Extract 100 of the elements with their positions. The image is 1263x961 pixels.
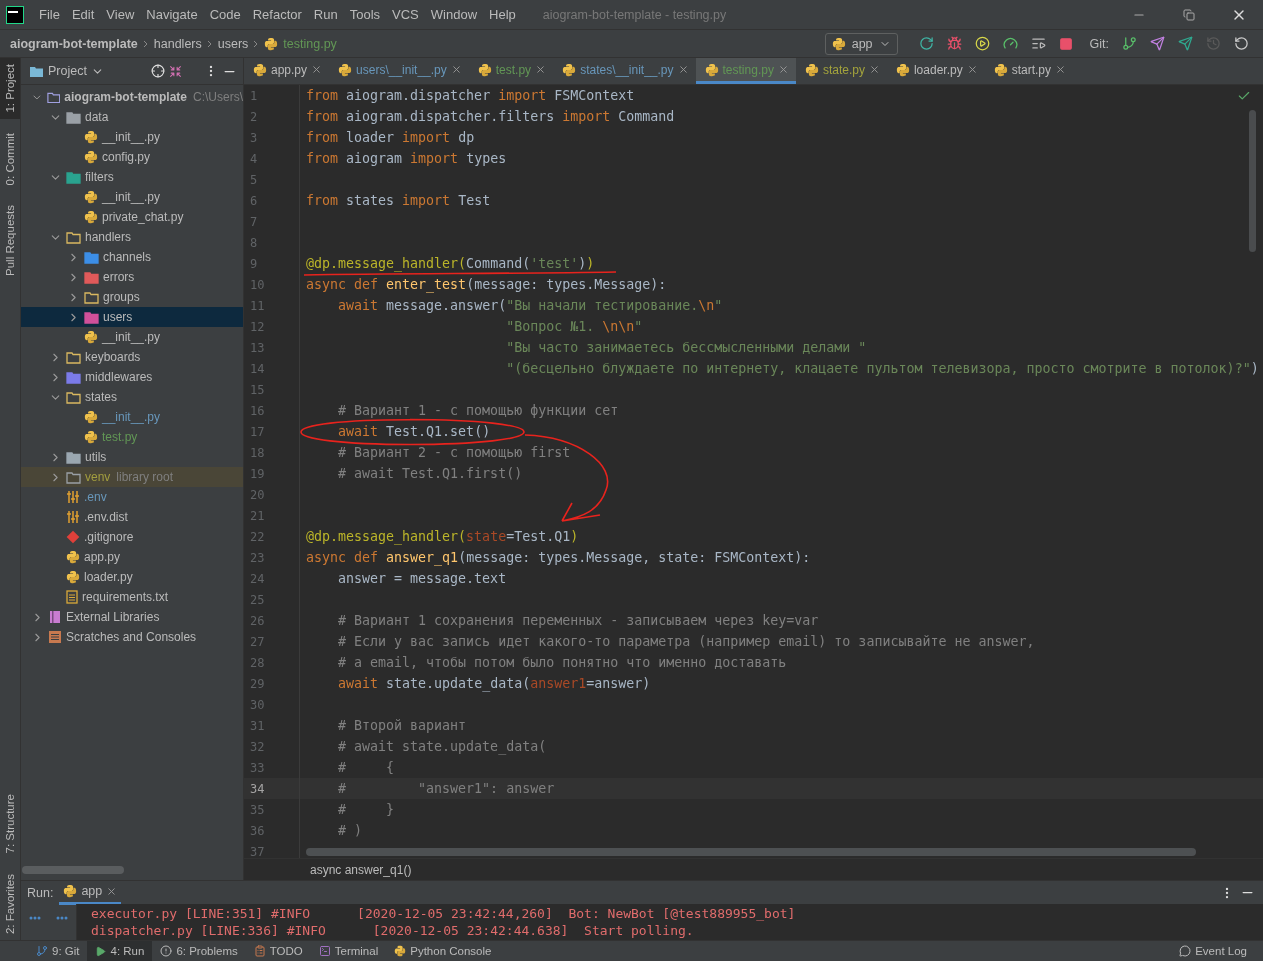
- panel-title[interactable]: Project: [48, 64, 87, 78]
- close-icon[interactable]: [106, 885, 118, 897]
- send-icon[interactable]: [1178, 36, 1193, 51]
- tool-window-button[interactable]: 2: Favorites: [0, 867, 20, 940]
- tool-window-tab[interactable]: Terminal: [310, 940, 387, 961]
- menu-item[interactable]: Run: [308, 7, 343, 22]
- menu-item[interactable]: Help: [484, 7, 521, 22]
- breadcrumb-item[interactable]: aiogram-bot-template: [10, 36, 138, 51]
- tree-item[interactable]: .env: [21, 487, 243, 507]
- tree-item[interactable]: errors: [21, 267, 243, 287]
- tool-window-button[interactable]: 1: Project: [0, 58, 20, 119]
- file-tab[interactable]: app.py: [244, 58, 330, 84]
- menu-item[interactable]: VCS: [387, 7, 424, 22]
- tree-item[interactable]: .gitignore: [21, 527, 243, 547]
- tree-item[interactable]: states: [21, 387, 243, 407]
- tool-window-button[interactable]: 0: Commit: [0, 126, 20, 191]
- close-icon[interactable]: [311, 64, 323, 75]
- file-tab[interactable]: loader.py: [886, 58, 985, 84]
- close-icon[interactable]: [677, 64, 689, 75]
- tree-item[interactable]: users: [21, 307, 243, 327]
- tool-window-tab[interactable]: Python Console: [386, 940, 500, 961]
- line-number: 15: [249, 382, 266, 397]
- file-tab[interactable]: users\__init__.py: [329, 58, 469, 84]
- tree-item[interactable]: test.py: [21, 427, 243, 447]
- tool-window-tab[interactable]: 9: Git: [28, 940, 88, 961]
- tool-window-button[interactable]: Pull Requests: [0, 199, 20, 282]
- code-line: from states import Test: [306, 193, 491, 208]
- menu-item[interactable]: Window: [425, 7, 483, 22]
- tree-item[interactable]: channels: [21, 247, 243, 267]
- code-line: await Test.Q1.set(): [337, 424, 491, 439]
- target-icon[interactable]: [151, 64, 165, 78]
- run-config-dropdown[interactable]: app: [824, 32, 898, 55]
- more-icon[interactable]: [28, 916, 41, 920]
- tree-item[interactable]: requirements.txt: [21, 587, 243, 607]
- bug-icon[interactable]: [946, 36, 962, 51]
- menu-item[interactable]: Navigate: [141, 7, 203, 22]
- event-log-button[interactable]: Event Log: [1171, 940, 1255, 961]
- line-number: 21: [249, 508, 266, 523]
- file-tab[interactable]: test.py: [468, 58, 554, 84]
- send-icon[interactable]: [1150, 36, 1165, 51]
- tree-item[interactable]: External Libraries: [21, 607, 243, 627]
- tool-window-tab[interactable]: 4: Run: [87, 940, 153, 961]
- menu-item[interactable]: Edit: [66, 7, 100, 22]
- scrollbar[interactable]: [306, 848, 1196, 856]
- tool-window-button[interactable]: 7: Structure: [0, 788, 20, 860]
- tree-item[interactable]: private_chat.py: [21, 207, 243, 227]
- menu-item[interactable]: Code: [204, 7, 246, 22]
- tree-item[interactable]: venv library root: [21, 467, 243, 487]
- tool-window-tab[interactable]: 6: Problems: [152, 940, 246, 961]
- code-breadcrumb[interactable]: async answer_q1(): [310, 862, 412, 877]
- tree-item[interactable]: __init__.py: [21, 187, 243, 207]
- menu-item[interactable]: Refactor: [247, 7, 307, 22]
- tree-item[interactable]: handlers: [21, 227, 243, 247]
- tree-item[interactable]: __init__.py: [21, 327, 243, 347]
- scrollbar[interactable]: [22, 866, 124, 874]
- play-circle-icon[interactable]: [974, 36, 990, 51]
- close-icon[interactable]: [535, 64, 547, 75]
- scrollbar[interactable]: [1249, 110, 1256, 252]
- file-tab[interactable]: states\__init__.py: [553, 58, 696, 84]
- tree-item[interactable]: data: [21, 107, 243, 127]
- tree-item[interactable]: utils: [21, 447, 243, 467]
- tree-item[interactable]: __init__.py: [21, 407, 243, 427]
- code-line: async def enter_test(message: types.Message):: [306, 277, 667, 292]
- branch-icon[interactable]: [1122, 36, 1137, 51]
- tree-item[interactable]: keyboards: [21, 347, 243, 367]
- tree-item[interactable]: Scratches and Consoles: [21, 627, 243, 647]
- tree-item[interactable]: app.py: [21, 547, 243, 567]
- menu-item[interactable]: File: [34, 7, 65, 22]
- file-tab[interactable]: state.py: [795, 58, 887, 84]
- tree-item[interactable]: aiogram-bot-template C:\Users\: [21, 87, 243, 107]
- breadcrumb-item[interactable]: users: [217, 36, 249, 51]
- restore-icon[interactable]: [1183, 8, 1195, 21]
- clipboard-icon: [253, 945, 266, 957]
- tool-window-tab[interactable]: TODO: [245, 940, 311, 961]
- code-line: from aiogram import types: [306, 151, 507, 166]
- close-icon[interactable]: [450, 64, 462, 75]
- collapse-icon[interactable]: [169, 64, 182, 78]
- tree-item[interactable]: .env.dist: [21, 507, 243, 527]
- gauge-icon[interactable]: [1002, 36, 1018, 51]
- breadcrumb-item[interactable]: testing.py: [283, 36, 337, 51]
- code-line: "(бесцельно блуждаете по интернету, клацаете пультом телевизора, просто смотрите в потолок)?"): [505, 361, 1259, 376]
- tree-item[interactable]: filters: [21, 167, 243, 187]
- tree-item[interactable]: config.py: [21, 147, 243, 167]
- tree-item[interactable]: groups: [21, 287, 243, 307]
- menu-item[interactable]: Tools: [344, 7, 386, 22]
- close-icon[interactable]: [1055, 64, 1066, 75]
- rollback-icon[interactable]: [1234, 36, 1249, 51]
- breadcrumb-item[interactable]: handlers: [153, 36, 202, 51]
- run-list-icon[interactable]: [1030, 36, 1046, 51]
- close-icon[interactable]: [868, 64, 880, 75]
- close-icon[interactable]: [966, 64, 978, 75]
- stop-icon[interactable]: [1058, 36, 1073, 51]
- tree-item[interactable]: loader.py: [21, 567, 243, 587]
- menu-item[interactable]: View: [101, 7, 140, 22]
- more-icon[interactable]: [56, 916, 69, 920]
- rerun-icon[interactable]: [918, 36, 934, 51]
- file-tab[interactable]: start.py: [984, 58, 1073, 84]
- tree-item[interactable]: middlewares: [21, 367, 243, 387]
- line-number: 13: [249, 340, 266, 355]
- tree-item[interactable]: __init__.py: [21, 127, 243, 147]
